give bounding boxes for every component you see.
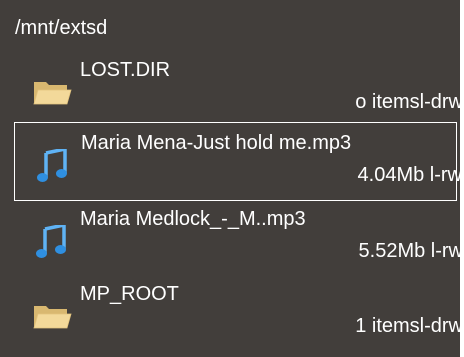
list-item-maria-mena[interactable]: Maria Mena-Just hold me.mp3 4.04Mb l-rw: [14, 122, 462, 201]
item-name: LOST.DIR: [80, 59, 171, 81]
item-meta: 1 itemsl-drw: [355, 315, 463, 337]
folder-icon: [33, 82, 72, 105]
screen-edge: [460, 0, 464, 357]
list-item-maria-medlock[interactable]: Maria Medlock_-_M..mp3 5.52Mb l-rw: [14, 199, 463, 278]
item-meta: 5.52Mb l-rw: [358, 240, 463, 262]
item-name: Maria Mena-Just hold me.mp3: [81, 132, 352, 154]
list-item-lost-dir[interactable]: LOST.DIR o itemsl-drw: [14, 50, 463, 129]
file-browser-screen: /mnt/extsd LOST.DIR o itemsl-drw Maria M…: [0, 0, 464, 357]
list-item-mp-root[interactable]: MP_ROOT 1 itemsl-drw: [14, 274, 463, 353]
item-meta: 4.04Mb l-rw: [357, 164, 462, 186]
item-name: MP_ROOT: [80, 283, 179, 305]
item-name: Maria Medlock_-_M..mp3: [80, 208, 306, 230]
folder-icon: [33, 306, 72, 329]
music-note-icon: [37, 149, 67, 182]
item-meta: o itemsl-drw: [355, 91, 463, 113]
current-path: /mnt/extsd: [15, 17, 108, 39]
music-note-icon: [36, 225, 66, 258]
